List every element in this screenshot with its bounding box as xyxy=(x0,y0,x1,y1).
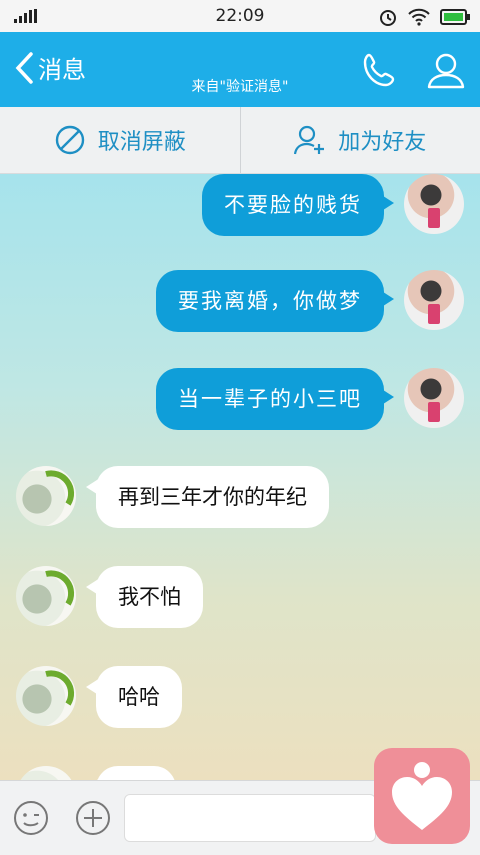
wifi-icon xyxy=(408,8,430,26)
status-bar: 22:09 xyxy=(0,0,480,32)
my-avatar[interactable] xyxy=(404,270,464,330)
avatar-photo xyxy=(16,566,76,626)
message-bubble[interactable]: 当一辈子的小三吧 xyxy=(156,368,384,430)
unblock-button[interactable]: 取消屏蔽 xyxy=(0,107,240,173)
chat-message-list[interactable]: 不要脸的贱货 要我离婚，你做梦 当一辈子的小三吧 再到三年才你的年纪 我不怕 哈… xyxy=(0,174,480,780)
contact-avatar[interactable] xyxy=(16,666,76,726)
action-bar: 取消屏蔽 加为好友 xyxy=(0,107,480,174)
contact-avatar[interactable] xyxy=(16,566,76,626)
message-bubble[interactable]: 再到三年才你的年纪 xyxy=(96,466,329,528)
message-bubble[interactable]: 我不怕 xyxy=(96,566,203,628)
avatar-photo xyxy=(404,174,464,234)
header-subtitle: 来自"验证消息" xyxy=(0,76,480,96)
avatar-photo xyxy=(404,270,464,330)
add-friend-button[interactable]: 加为好友 xyxy=(240,107,480,173)
alarm-icon xyxy=(378,7,398,27)
contact-avatar[interactable] xyxy=(16,766,76,780)
add-user-icon xyxy=(294,124,326,156)
avatar-photo xyxy=(16,666,76,726)
message-bubble[interactable]: 要我离婚，你做梦 xyxy=(156,270,384,332)
profile-icon[interactable] xyxy=(426,50,466,90)
message-bubble[interactable]: 哈哈 xyxy=(96,666,182,728)
block-icon xyxy=(54,124,86,156)
battery-icon xyxy=(440,9,470,25)
add-friend-label: 加为好友 xyxy=(338,124,426,156)
message-bubble[interactable]: 不要脸的贱货 xyxy=(202,174,384,236)
avatar-photo xyxy=(16,466,76,526)
heart-button[interactable] xyxy=(374,748,470,844)
message-input[interactable] xyxy=(124,794,376,842)
contact-avatar[interactable] xyxy=(16,466,76,526)
emoji-icon[interactable] xyxy=(12,799,50,837)
avatar-photo xyxy=(404,368,464,428)
phone-call-icon[interactable] xyxy=(360,50,400,90)
my-avatar[interactable] xyxy=(404,174,464,234)
unblock-label: 取消屏蔽 xyxy=(98,124,186,156)
add-icon[interactable] xyxy=(74,799,112,837)
chat-header: 消息 来自"验证消息" xyxy=(0,32,480,107)
message-bubble-partial[interactable] xyxy=(96,766,176,780)
my-avatar[interactable] xyxy=(404,368,464,428)
heart-icon xyxy=(374,748,470,844)
